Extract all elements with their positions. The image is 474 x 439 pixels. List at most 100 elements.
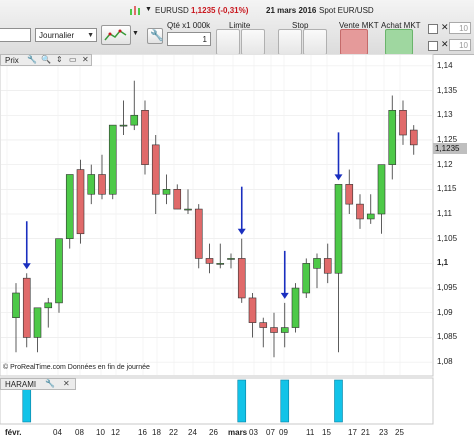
period-select[interactable]: Journalier ▼ [35, 28, 97, 42]
time-tick-label: 25 [395, 428, 404, 437]
close-icon[interactable]: ✕ [82, 55, 89, 64]
time-tick-label: 17 [348, 428, 357, 437]
candle-body [76, 169, 85, 235]
option-value-2[interactable]: 10 [449, 39, 471, 51]
candle-body [399, 110, 407, 136]
price-tick-label: 1,11 [437, 209, 452, 218]
candle-body [356, 203, 364, 220]
option-value-1[interactable]: 10 [449, 22, 471, 34]
time-tick-label: 15 [322, 428, 331, 437]
buy-market-button[interactable] [385, 29, 413, 55]
limit-sell-button[interactable] [241, 29, 265, 55]
time-tick-label: févr. [5, 428, 22, 437]
candle [76, 159, 85, 244]
candle-body [65, 174, 74, 239]
stop-buy-button[interactable] [278, 29, 302, 55]
candle-body [280, 327, 289, 333]
instrument-name[interactable]: EURUSD [155, 6, 189, 15]
expand-icon[interactable]: ▭ [69, 55, 77, 64]
price-tick-label: 1,115 [437, 184, 457, 194]
harami-bar [334, 379, 343, 423]
copyright-text: © ProRealTime.com Données en fin de jour… [3, 364, 150, 371]
settings-button[interactable]: 🔧 [147, 28, 164, 44]
instrument-date: 21 mars 2016 [266, 6, 317, 15]
instrument-quote: 1,1235 (-0,31%) [191, 6, 249, 15]
time-tick-label: 23 [379, 428, 388, 437]
candle-body [173, 189, 182, 210]
chevron-down-icon[interactable]: ▼ [132, 30, 139, 37]
time-tick-label: 24 [188, 428, 197, 437]
candle [141, 100, 149, 175]
line-chart-icon [104, 29, 127, 41]
candle-body [151, 144, 160, 195]
price-panel-header: Prix 🔧 🔍 ⇕ ▭ ✕ [0, 54, 92, 66]
wrench-icon[interactable]: 🔧 [45, 379, 55, 388]
current-price-tag: 1,1235 [433, 143, 467, 154]
time-tick-label: 10 [96, 428, 105, 437]
candle-body [227, 258, 235, 260]
candle [22, 273, 31, 348]
candle-body [119, 124, 128, 127]
instrument-search-field[interactable] [0, 28, 31, 42]
time-tick-label: 04 [53, 428, 62, 437]
close-icon[interactable]: ✕ [441, 39, 449, 50]
candle [302, 258, 311, 298]
candle [194, 204, 203, 269]
indicator-panel-header: HARAMI 🔧 ✕ [0, 378, 76, 390]
time-tick-label: 22 [169, 428, 178, 437]
candle-body [44, 302, 53, 309]
candle-body [22, 277, 31, 338]
option-value-2-text: 10 [459, 41, 468, 50]
candle-body [108, 124, 117, 195]
candle [65, 174, 74, 249]
qty-input[interactable]: 1 [167, 32, 211, 46]
candle-body [270, 327, 278, 333]
price-tick-label: 1,13 [437, 110, 453, 120]
candle-body [141, 110, 149, 165]
candle-body [388, 110, 397, 165]
close-icon[interactable]: ✕ [63, 379, 70, 388]
wrench-icon[interactable]: 🔧 [27, 55, 37, 64]
time-tick-label: 09 [279, 428, 288, 437]
candle-body [162, 189, 171, 195]
candle-body [205, 258, 214, 264]
market-label: Spot EUR/USD [319, 6, 374, 15]
close-icon[interactable]: ✕ [441, 22, 449, 33]
sell-market-button[interactable] [340, 29, 368, 55]
harami-bar [280, 379, 290, 423]
time-tick-label: 03 [249, 428, 258, 437]
search-icon[interactable]: 🔍 [41, 55, 51, 64]
price-tick-label: 1,09 [437, 307, 453, 317]
candle-body [98, 174, 106, 195]
toolbar: ▼ EURUSD 1,1235 (-0,31%) 21 mars 2016 Sp… [0, 0, 474, 55]
candle-body [345, 184, 354, 205]
candle-body [130, 114, 139, 126]
chevron-down-icon[interactable]: ▼ [145, 6, 152, 13]
candle-body [55, 238, 63, 304]
candle-body [184, 208, 192, 211]
candle-body [291, 287, 300, 328]
price-tick-label: 1,14 [437, 60, 453, 70]
candle [291, 283, 300, 333]
time-tick-label: 21 [361, 428, 370, 437]
candle-body [313, 258, 321, 269]
limit-buy-button[interactable] [216, 29, 240, 55]
option-checkbox-1[interactable] [428, 24, 438, 34]
chevron-down-icon: ▼ [87, 32, 94, 39]
period-value: Journalier [39, 31, 75, 40]
option-value-1-text: 10 [459, 24, 468, 33]
chart-style-button[interactable] [101, 25, 131, 45]
price-tick-label: 1,095 [437, 283, 458, 293]
time-tick-label: 12 [111, 428, 120, 437]
chart-icon[interactable] [130, 5, 142, 17]
candle-body [237, 258, 246, 299]
time-tick-label: 11 [306, 428, 315, 437]
candle-body [248, 297, 257, 323]
stop-sell-button[interactable] [303, 29, 327, 55]
price-tick-label: 1,12 [437, 159, 453, 169]
time-tick-label: 18 [152, 428, 161, 437]
qty-label: Qté x1 000k [167, 21, 211, 30]
candle-body [259, 322, 268, 328]
option-checkbox-2[interactable] [428, 41, 438, 51]
move-icon[interactable]: ⇕ [56, 55, 63, 64]
